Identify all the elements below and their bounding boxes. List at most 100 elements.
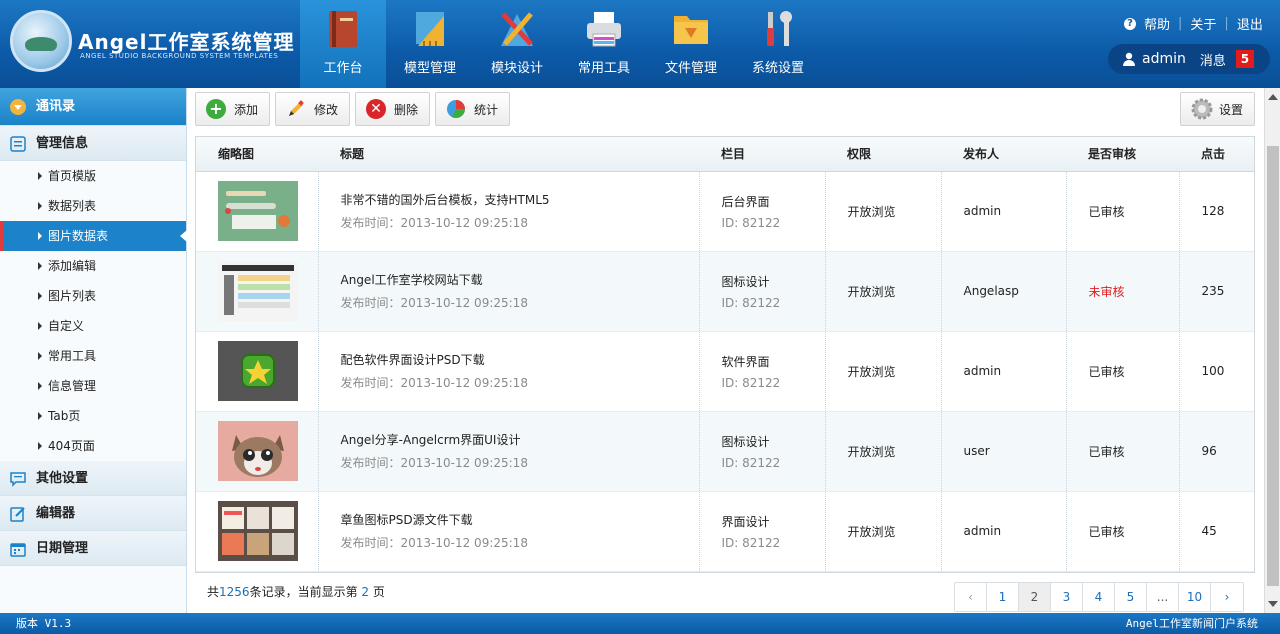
thumbnail-image[interactable] — [218, 501, 298, 561]
thumbnail-image[interactable] — [218, 261, 298, 321]
row-permission: 开放浏览 — [825, 491, 942, 572]
button-label: 修改 — [314, 102, 339, 117]
nav-common-tools[interactable]: 常用工具 — [561, 0, 647, 88]
table-row[interactable]: 配色软件界面设计PSD下载 发布时间：2013-10-12 09:25:18 软件… — [196, 331, 1254, 412]
row-title[interactable]: 章鱼图标PSD源文件下载 — [341, 511, 699, 528]
nav-module-design[interactable]: 模块设计 — [474, 0, 560, 88]
table-row[interactable]: Angel工作室学校网站下载 发布时间：2013-10-12 09:25:18 图… — [196, 251, 1254, 332]
delete-button[interactable]: ✕ 删除 — [355, 92, 430, 126]
title-cell: 非常不错的国外后台模板，支持HTML5 发布时间：2013-10-12 09:25… — [318, 171, 700, 252]
next-page-button[interactable]: › — [1211, 583, 1243, 611]
row-permission: 开放浏览 — [825, 251, 942, 332]
page-2[interactable]: 2 — [1019, 583, 1051, 611]
page-ellipsis: ... — [1147, 583, 1179, 611]
thumbnail-image[interactable] — [218, 181, 298, 241]
table-row[interactable]: 章鱼图标PSD源文件下载 发布时间：2013-10-12 09:25:18 界面设… — [196, 491, 1254, 572]
scroll-up-icon[interactable] — [1268, 94, 1278, 100]
table-header-row: 缩略图 标题 栏目 权限 发布人 是否审核 点击 — [196, 137, 1254, 172]
nav-system-settings[interactable]: 系统设置 — [735, 0, 821, 88]
row-column: 后台界面 — [721, 194, 770, 209]
logo-title: Angel工作室系统管理 — [78, 30, 295, 54]
thumbnail-image[interactable] — [218, 341, 298, 401]
row-publish-time: 发布时间：2013-10-12 09:25:18 — [340, 376, 528, 390]
sidebar-item-tab-page[interactable]: Tab页 — [0, 401, 186, 431]
active-marker — [0, 221, 4, 251]
page-4[interactable]: 4 — [1083, 583, 1115, 611]
sidebar-item-home-template[interactable]: 首页模版 — [0, 161, 186, 191]
sidebar-item-custom[interactable]: 自定义 — [0, 311, 186, 341]
vertical-scrollbar[interactable] — [1264, 88, 1280, 613]
row-column: 界面设计 — [721, 514, 770, 529]
sidebar-group-contacts[interactable]: 通讯录 — [0, 88, 186, 126]
row-title[interactable]: 配色软件界面设计PSD下载 — [341, 351, 699, 368]
messages-link[interactable]: 消息 — [1200, 50, 1226, 69]
column-cell: 图标设计 ID: 82122 — [699, 251, 826, 332]
row-id: ID: 82122 — [721, 375, 781, 390]
settings-button[interactable]: 设置 — [1180, 92, 1255, 126]
add-button[interactable]: + 添加 — [195, 92, 270, 126]
title-cell: 配色软件界面设计PSD下载 发布时间：2013-10-12 09:25:18 — [318, 331, 700, 412]
sidebar-item-data-list[interactable]: 数据列表 — [0, 191, 186, 221]
about-link[interactable]: 关于 — [1190, 14, 1216, 33]
row-author: admin — [941, 331, 1067, 412]
folder-icon — [674, 16, 708, 44]
sidebar-item-info-manage[interactable]: 信息管理 — [0, 371, 186, 401]
nav-label: 系统设置 — [751, 61, 804, 76]
page-3[interactable]: 3 — [1051, 583, 1083, 611]
sidebar-group-manage[interactable]: 管理信息 — [0, 126, 186, 161]
thumbnail-image[interactable] — [218, 421, 298, 481]
sidebar-group-editor[interactable]: 编辑器 — [0, 496, 186, 531]
row-title[interactable]: Angel工作室学校网站下载 — [341, 271, 699, 288]
nav-label: 文件管理 — [664, 61, 717, 76]
prev-page-button[interactable]: ‹ — [955, 583, 987, 611]
button-label: 删除 — [394, 102, 419, 117]
sidebar-item-image-list[interactable]: 图片列表 — [0, 281, 186, 311]
summary-mid: 条记录，当前显示第 — [249, 585, 362, 599]
sidebar-item-add-edit[interactable]: 添加编辑 — [0, 251, 186, 281]
edit-button[interactable]: 修改 — [275, 92, 350, 126]
user-icon — [1123, 52, 1135, 66]
logo-emblem-icon — [10, 10, 72, 72]
nav-file-manage[interactable]: 文件管理 — [648, 0, 734, 88]
sidebar-item-404-page[interactable]: 404页面 — [0, 431, 186, 461]
scrollbar-thumb[interactable] — [1267, 146, 1279, 586]
column-cell: 界面设计 ID: 82122 — [699, 491, 826, 572]
sidebar-group-other-settings[interactable]: 其他设置 — [0, 461, 186, 496]
page-10[interactable]: 10 — [1179, 583, 1211, 611]
nav-label: 常用工具 — [577, 61, 630, 76]
edit-icon — [10, 507, 25, 522]
scroll-down-icon[interactable] — [1268, 601, 1278, 607]
help-link[interactable]: 帮助 — [1144, 14, 1170, 33]
row-title[interactable]: Angel分享-Angelcrm界面UI设计 — [341, 431, 699, 448]
username[interactable]: admin — [1142, 51, 1186, 67]
sidebar: 通讯录 管理信息 首页模版 数据列表 图片数据表 添加编辑 图片列表 自定义 常… — [0, 88, 187, 613]
stats-button[interactable]: 统计 — [435, 92, 510, 126]
col-title: 标题 — [318, 137, 699, 172]
col-permission: 权限 — [825, 137, 941, 172]
page-1[interactable]: 1 — [987, 583, 1019, 611]
wrench-icon — [767, 11, 792, 46]
sidebar-item-common-tools[interactable]: 常用工具 — [0, 341, 186, 371]
logout-link[interactable]: 退出 — [1237, 14, 1263, 33]
page-5[interactable]: 5 — [1115, 583, 1147, 611]
divider: | — [1178, 16, 1183, 31]
nav-workbench[interactable]: 工作台 — [300, 0, 386, 88]
column-cell: 软件界面 ID: 82122 — [699, 331, 826, 412]
col-column: 栏目 — [699, 137, 825, 172]
pie-chart-icon — [447, 100, 465, 118]
logo: Angel工作室系统管理 ANGEL STUDIO BACKGROUND SYS… — [0, 0, 300, 88]
pagination-summary: 共1256条记录，当前显示第 2 页 — [207, 583, 385, 600]
sidebar-group-date-manage[interactable]: 日期管理 — [0, 531, 186, 566]
table-row[interactable]: 非常不错的国外后台模板，支持HTML5 发布时间：2013-10-12 09:25… — [196, 171, 1254, 252]
row-permission: 开放浏览 — [825, 171, 942, 252]
table-row[interactable]: Angel分享-Angelcrm界面UI设计 发布时间：2013-10-12 09… — [196, 411, 1254, 492]
group-label: 通讯录 — [36, 99, 76, 114]
row-title[interactable]: 非常不错的国外后台模板，支持HTML5 — [341, 191, 699, 208]
top-header: Angel工作室系统管理 ANGEL STUDIO BACKGROUND SYS… — [0, 0, 1280, 88]
sidebar-item-image-data-table[interactable]: 图片数据表 — [0, 221, 187, 251]
title-cell: Angel分享-Angelcrm界面UI设计 发布时间：2013-10-12 09… — [318, 411, 700, 492]
group-label: 管理信息 — [36, 136, 89, 151]
row-review-status: 已审核 — [1066, 171, 1180, 252]
nav-model-manage[interactable]: 模型管理 — [387, 0, 473, 88]
nav-label: 工作台 — [323, 61, 363, 76]
